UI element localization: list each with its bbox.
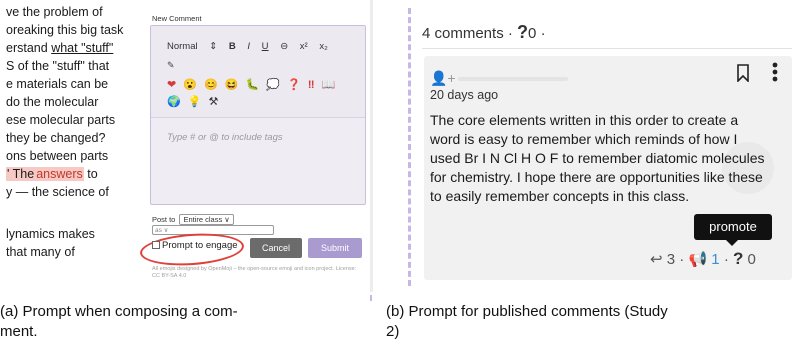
globe-emoji-icon[interactable]: 🌍 bbox=[167, 94, 181, 111]
reply-icon[interactable]: ↩ bbox=[650, 251, 663, 268]
comment-editor: New Comment Normal ⇕ B I U ⊖ x² x₂ ✎ ❤ 😮… bbox=[139, 8, 372, 301]
link-icon[interactable]: ✎ bbox=[167, 60, 175, 71]
exclamation-emoji-icon[interactable]: ‼ bbox=[308, 77, 315, 94]
tools-emoji-icon[interactable]: ⚒ bbox=[209, 94, 219, 111]
comment-body: The core elements written in this order … bbox=[430, 112, 765, 204]
lightbulb-emoji-icon[interactable]: 💡 bbox=[188, 94, 202, 111]
italic-button[interactable]: I bbox=[247, 41, 250, 52]
post-to-select[interactable]: Entire class ∨ bbox=[179, 214, 234, 225]
chevron-updown-icon[interactable]: ⇕ bbox=[209, 41, 217, 52]
question-icon[interactable]: ? bbox=[733, 249, 743, 268]
thread-border bbox=[408, 8, 411, 286]
comment-count: 4 comments bbox=[422, 25, 504, 42]
article-line: they be changed? bbox=[6, 131, 106, 145]
promote-tooltip: promote bbox=[694, 214, 772, 240]
question-icon[interactable]: ? bbox=[517, 22, 528, 42]
caption-a: (a) Prompt when composing a com- bbox=[0, 303, 238, 320]
caption-a-continued: ment. bbox=[0, 323, 38, 340]
prompt-label: Prompt to engage bbox=[162, 240, 238, 251]
comment-date: 20 days ago bbox=[430, 88, 499, 102]
emoji-bar: ❤ 😮 😊 😆 🐛 💭 ❓ ‼ 📖 🌍 💡 ⚒ bbox=[167, 77, 347, 111]
prompt-checkbox[interactable] bbox=[152, 241, 160, 250]
thought-bubble-icon[interactable]: 💭 bbox=[266, 77, 280, 94]
panel-divider bbox=[370, 0, 373, 292]
article-line: oreaking this big task bbox=[6, 23, 124, 37]
article-text: ve the problem of oreaking this big task… bbox=[0, 0, 148, 290]
text-style-select[interactable]: Normal bbox=[167, 41, 198, 52]
anonymized-author-name bbox=[458, 77, 568, 81]
article-line: y — the science of bbox=[6, 185, 109, 199]
cancel-button[interactable]: Cancel bbox=[250, 238, 302, 258]
article-line: lynamics makes bbox=[6, 227, 95, 241]
laugh-emoji-icon[interactable]: 😆 bbox=[225, 77, 239, 94]
tooltip-arrow bbox=[726, 240, 738, 246]
question-emoji-icon[interactable]: ❓ bbox=[287, 77, 301, 94]
article-line: ons between parts bbox=[6, 149, 109, 163]
published-comments-panel: 4 comments · ?0 · 👤+ 20 days ago The cor… bbox=[408, 0, 796, 292]
kebab-icon-svg bbox=[772, 62, 778, 82]
bug-emoji-icon[interactable]: 🐛 bbox=[246, 77, 260, 94]
caption-b-continued: 2) bbox=[386, 323, 400, 340]
article-line: erstand what "stuff" bbox=[6, 41, 114, 55]
strikethrough-button[interactable]: ⊖ bbox=[280, 41, 288, 52]
bookmark-icon-svg bbox=[737, 64, 749, 83]
article-line: do the molecular bbox=[6, 95, 99, 109]
more-menu-icon[interactable] bbox=[770, 62, 780, 82]
subscript-button[interactable]: x₂ bbox=[319, 41, 327, 52]
reply-count: 3 bbox=[666, 251, 676, 268]
editor-title: New Comment bbox=[152, 14, 202, 23]
promote-megaphone-icon[interactable]: 📢 bbox=[688, 251, 707, 268]
question-count: 0 bbox=[747, 251, 756, 268]
highlighted-link[interactable]: what "stuff" bbox=[51, 41, 113, 55]
promote-count: 1 bbox=[711, 251, 720, 268]
book-emoji-icon[interactable]: 📖 bbox=[322, 77, 336, 94]
highlighted-word[interactable]: answers bbox=[35, 167, 84, 181]
surprised-emoji-icon[interactable]: 😮 bbox=[183, 77, 197, 94]
article-line: ese molecular parts bbox=[6, 113, 116, 127]
emoji-attribution: All emojis designed by OpenMoji – the op… bbox=[152, 266, 357, 279]
article-line: that many of bbox=[6, 245, 75, 259]
editor-box[interactable]: Normal ⇕ B I U ⊖ x² x₂ ✎ ❤ 😮 😊 😆 🐛 💭 ❓ ‼… bbox=[150, 25, 366, 205]
post-to-row: Post to Entire class ∨ bbox=[152, 214, 234, 225]
heart-emoji-icon[interactable]: ❤ bbox=[167, 77, 176, 94]
avatar-icon: 👤+ bbox=[430, 70, 456, 86]
smile-emoji-icon[interactable]: 😊 bbox=[204, 77, 218, 94]
comment-actions: ↩ 3 · 📢 1 · ? 0 bbox=[650, 249, 756, 268]
article-line: S of the "stuff" that bbox=[6, 59, 110, 73]
comment-card: 👤+ 20 days ago The core elements written… bbox=[424, 56, 792, 280]
post-to-label: Post to bbox=[152, 215, 176, 224]
underline-button[interactable]: U bbox=[262, 41, 269, 52]
question-count: 0 bbox=[528, 25, 537, 42]
header-divider bbox=[422, 48, 792, 49]
bold-button[interactable]: B bbox=[229, 41, 236, 52]
article-line: ve the problem of bbox=[6, 5, 103, 19]
editor-toolbar: Normal ⇕ B I U ⊖ x² x₂ ✎ ❤ 😮 😊 😆 🐛 💭 ❓ ‼… bbox=[151, 26, 365, 118]
article-line: e materials can be bbox=[6, 77, 109, 91]
format-toolbar: Normal ⇕ B I U ⊖ x² x₂ bbox=[167, 41, 337, 52]
bookmark-icon[interactable] bbox=[736, 64, 750, 87]
submit-button[interactable]: Submit bbox=[308, 238, 362, 258]
comment-input-placeholder[interactable]: Type # or @ to include tags bbox=[167, 132, 283, 143]
prompt-to-engage[interactable]: Prompt to engage bbox=[152, 240, 238, 251]
superscript-button[interactable]: x² bbox=[300, 41, 308, 52]
comments-header: 4 comments · ?0 · bbox=[422, 22, 546, 42]
caption-b: (b) Prompt for published comments (Study bbox=[386, 303, 668, 320]
article-line: ' The answers to bbox=[6, 167, 98, 181]
